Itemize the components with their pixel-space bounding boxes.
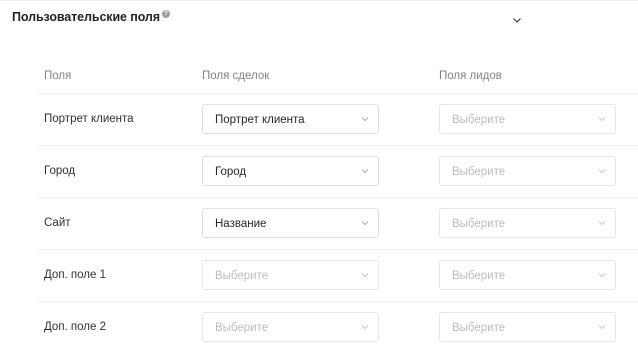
section-header: Пользовательские поля ? [12, 10, 170, 24]
deal-field-select[interactable]: Название [202, 208, 379, 238]
deal-field-select[interactable]: Выберите [202, 260, 379, 290]
field-label: Город [44, 165, 76, 177]
select-placeholder: Выберите [452, 322, 506, 334]
table-row: Доп. поле 1 Выберите Выберите [37, 250, 638, 302]
deal-field-select[interactable]: Город [202, 156, 379, 186]
column-header-lead-fields: Поля лидов [439, 70, 502, 82]
table-row: Город Город Выберите [37, 146, 638, 198]
field-label: Доп. поле 1 [44, 269, 106, 281]
table-row: Доп. поле 2 Выберите Выберите [37, 302, 638, 353]
chevron-down-icon [361, 325, 369, 330]
chevron-down-icon [361, 169, 369, 174]
lead-field-select[interactable]: Выберите [439, 312, 616, 342]
lead-field-select[interactable]: Выберите [439, 104, 616, 134]
table-header: Поля Поля сделок Поля лидов [37, 58, 638, 94]
select-value: Город [215, 166, 247, 178]
select-placeholder: Выберите [215, 270, 269, 282]
column-header-fields: Поля [44, 70, 72, 82]
table-row: Портрет клиента Портрет клиента Выберите [37, 94, 638, 146]
chevron-down-icon [598, 325, 606, 330]
deal-field-select[interactable]: Выберите [202, 312, 379, 342]
field-label: Сайт [44, 217, 71, 229]
lead-field-select[interactable]: Выберите [439, 156, 616, 186]
chevron-down-icon [361, 221, 369, 226]
chevron-down-icon [598, 169, 606, 174]
info-icon[interactable]: ? [161, 10, 170, 18]
select-placeholder: Выберите [452, 218, 506, 230]
chevron-down-icon [361, 273, 369, 278]
top-divider [0, 0, 638, 1]
field-label: Портрет клиента [44, 113, 134, 125]
custom-fields-table: Поля Поля сделок Поля лидов Портрет клие… [37, 58, 638, 353]
chevron-down-icon [598, 273, 606, 278]
table-row: Сайт Название Выберите [37, 198, 638, 250]
chevron-down-icon[interactable] [510, 13, 524, 27]
column-header-deal-fields: Поля сделок [202, 70, 270, 82]
lead-field-select[interactable]: Выберите [439, 208, 616, 238]
select-value: Портрет клиента [215, 114, 305, 126]
field-label: Доп. поле 2 [44, 321, 106, 333]
deal-field-select[interactable]: Портрет клиента [202, 104, 379, 134]
chevron-down-icon [598, 117, 606, 122]
lead-field-select[interactable]: Выберите [439, 260, 616, 290]
chevron-down-icon [598, 221, 606, 226]
chevron-down-icon [361, 117, 369, 122]
section-title: Пользовательские поля [12, 10, 160, 24]
select-placeholder: Выберите [452, 166, 506, 178]
select-placeholder: Выберите [452, 270, 506, 282]
select-placeholder: Выберите [215, 322, 269, 334]
select-value: Название [215, 218, 267, 230]
select-placeholder: Выберите [452, 114, 506, 126]
